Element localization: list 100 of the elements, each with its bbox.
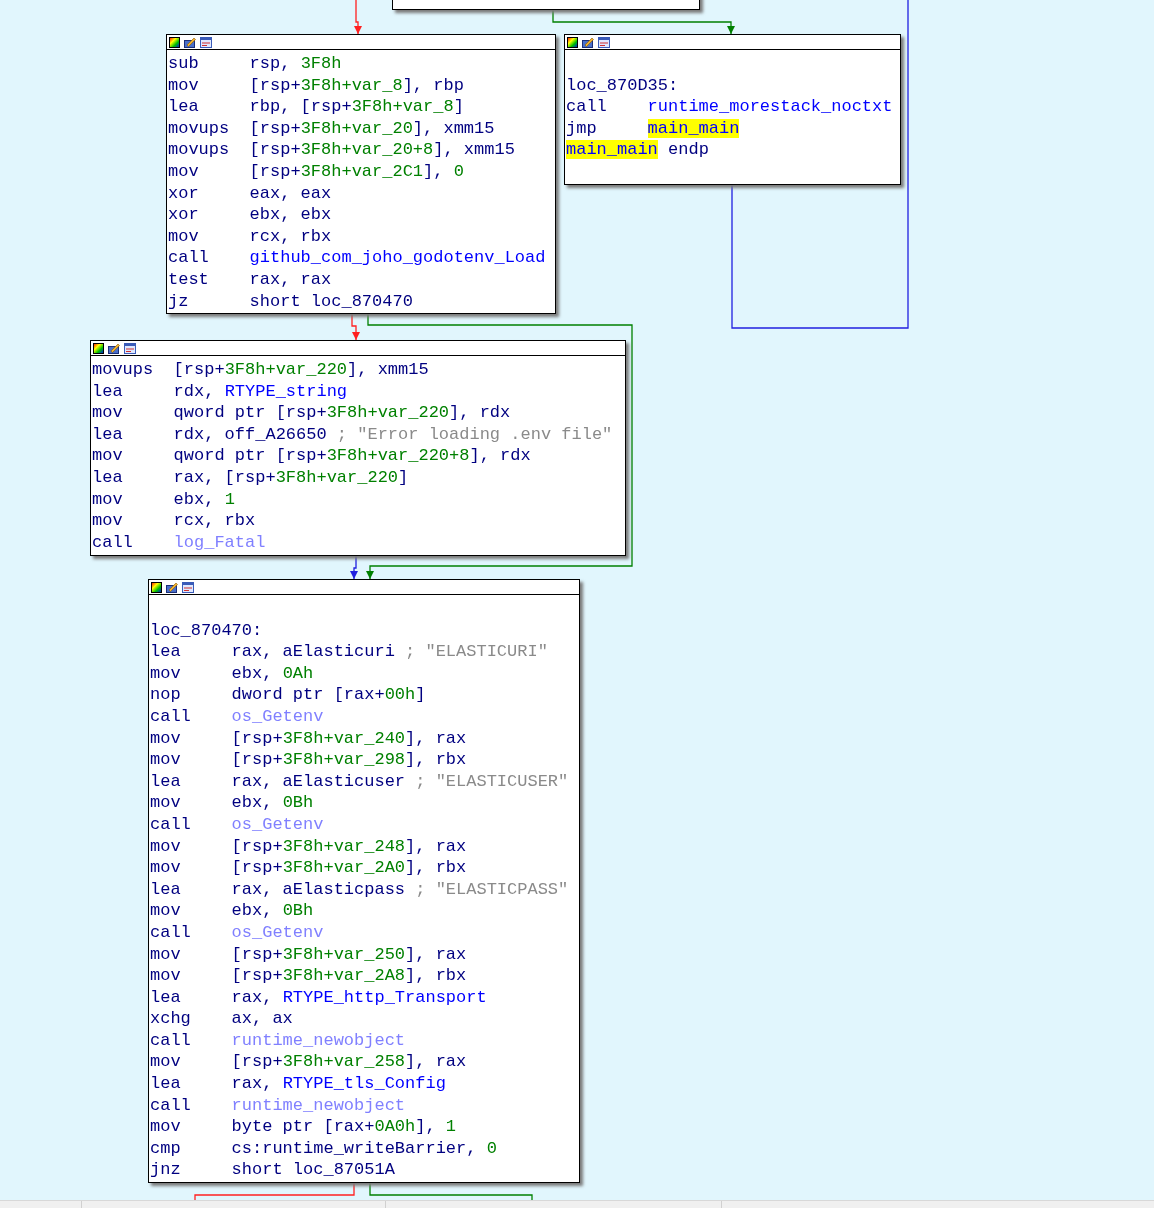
instruction-mnemonic: mov xyxy=(92,445,124,467)
instruction-mnemonic: cmp xyxy=(150,1137,182,1160)
instruction-operands: short loc_87051A xyxy=(231,1159,395,1182)
instruction-mnemonic: mov xyxy=(150,749,182,771)
instruction-operands: ax, ax xyxy=(231,1008,293,1030)
instruction-mnemonic: mov xyxy=(150,900,182,922)
instruction-mnemonic: movups xyxy=(168,117,231,140)
palette-icon[interactable] xyxy=(93,342,104,354)
instruction-mnemonic: mov xyxy=(92,402,124,424)
instruction-mnemonic: jz xyxy=(168,290,190,313)
instruction-operands: qword ptr [rsp+3F8h+var_220], rdx xyxy=(173,402,511,424)
instruction-operands: short loc_870470 xyxy=(249,290,413,313)
instruction-operands: [rsp+3F8h+var_250], rax xyxy=(231,943,467,966)
instruction-mnemonic: mov xyxy=(150,1116,182,1138)
instruction-mnemonic: jmp xyxy=(566,117,598,140)
instruction-mnemonic: call xyxy=(150,1094,192,1117)
instruction-operands: [rsp+3F8h+var_240], rax xyxy=(231,727,467,750)
instruction-operands: rdx, RTYPE_string xyxy=(173,380,348,403)
instruction-mnemonic: jnz xyxy=(150,1159,182,1182)
code-label: loc_870D35: xyxy=(566,74,679,97)
code-label: loc_870470: xyxy=(150,619,263,642)
instruction-operands: [rsp+3F8h+var_20], xmm15 xyxy=(249,117,495,140)
instruction-mnemonic: lea xyxy=(168,96,200,118)
instruction-mnemonic: lea xyxy=(150,641,182,663)
palette-icon[interactable] xyxy=(567,36,578,48)
instruction-operands: main_main xyxy=(647,117,740,140)
instruction-mnemonic: mov xyxy=(92,488,124,511)
instruction-operands: qword ptr [rsp+3F8h+var_220+8], rdx xyxy=(173,445,531,467)
instruction-mnemonic: mov xyxy=(150,857,182,879)
instruction-operands: [rsp+3F8h+var_2A8], rbx xyxy=(231,965,467,987)
instruction-operands: rax, aElasticuri ; "ELASTICURI" xyxy=(231,641,548,663)
graph-icon[interactable] xyxy=(182,581,194,593)
instruction-operands: rax, [rsp+3F8h+var_220] xyxy=(173,466,409,489)
instruction-mnemonic: nop xyxy=(150,684,182,706)
instruction-mnemonic: lea xyxy=(92,380,124,403)
instruction-operands: rbp, [rsp+3F8h+var_8] xyxy=(249,96,464,118)
instruction-mnemonic: lea xyxy=(150,770,182,793)
instruction-mnemonic: call xyxy=(150,921,192,944)
instruction-mnemonic: mov xyxy=(168,160,200,183)
instruction-mnemonic: mov xyxy=(168,225,200,248)
pencil-icon[interactable] xyxy=(582,36,594,48)
instruction-mnemonic: lea xyxy=(92,423,124,446)
instruction-mnemonic: mov xyxy=(168,74,200,97)
pencil-icon[interactable] xyxy=(184,36,196,48)
instruction-mnemonic: lea xyxy=(150,1073,182,1095)
instruction-operands: rax, rax xyxy=(249,268,332,291)
graph-icon[interactable] xyxy=(124,342,136,354)
instruction-operands: [rsp+3F8h+var_8], rbp xyxy=(249,74,464,97)
instruction-mnemonic: call xyxy=(150,1029,192,1052)
instruction-mnemonic: sub xyxy=(168,53,200,75)
instruction-operands: [rsp+3F8h+var_220], xmm15 xyxy=(173,359,429,381)
instruction-operands: [rsp+3F8h+var_2A0], rbx xyxy=(231,857,467,879)
instruction-mnemonic: test xyxy=(168,268,210,291)
instruction-mnemonic: mov xyxy=(150,792,182,814)
instruction-mnemonic: call xyxy=(150,813,192,836)
instruction-operands: rax, aElasticpass ; "ELASTICPASS" xyxy=(231,878,569,901)
instruction-operands: os_Getenv xyxy=(231,813,324,836)
instruction-mnemonic: lea xyxy=(150,878,182,901)
instruction-mnemonic: mov xyxy=(92,510,124,532)
instruction-operands: [rsp+3F8h+var_248], rax xyxy=(231,835,467,858)
instruction-mnemonic: mov xyxy=(150,727,182,750)
instruction-operands: ebx, 1 xyxy=(173,488,235,511)
instruction-operands: runtime_morestack_noctxt xyxy=(647,96,893,118)
instruction-mnemonic: movups xyxy=(92,359,155,381)
instruction-mnemonic: mov xyxy=(150,1051,182,1074)
instruction-operands: rax, aElasticuser ; "ELASTICUSER" xyxy=(231,770,569,793)
instruction-operands: os_Getenv xyxy=(231,705,324,728)
instruction-operands: ebx, ebx xyxy=(249,204,332,226)
pencil-icon[interactable] xyxy=(108,342,120,354)
palette-icon[interactable] xyxy=(151,581,162,593)
instruction-operands: runtime_newobject xyxy=(231,1094,406,1117)
instruction-operands: cs:runtime_writeBarrier, 0 xyxy=(231,1137,497,1160)
instruction-mnemonic: call xyxy=(566,96,608,118)
instruction-operands: rcx, rbx xyxy=(249,225,332,248)
instruction-mnemonic: call xyxy=(168,247,210,269)
instruction-mnemonic: mov xyxy=(150,662,182,685)
instruction-operands: eax, eax xyxy=(249,182,332,205)
instruction-operands: log_Fatal xyxy=(173,531,266,554)
instruction-operands: [rsp+3F8h+var_258], rax xyxy=(231,1051,467,1074)
instruction-operands: github_com_joho_godotenv_Load xyxy=(249,247,546,269)
instruction-mnemonic: call xyxy=(92,531,134,554)
instruction-operands: runtime_newobject xyxy=(231,1029,406,1052)
code-label: main_main endp xyxy=(566,139,709,161)
instruction-operands: [rsp+3F8h+var_2C1], 0 xyxy=(249,160,464,183)
graph-icon[interactable] xyxy=(200,36,212,48)
instruction-mnemonic: lea xyxy=(92,466,124,489)
instruction-mnemonic: movups xyxy=(168,139,231,161)
pencil-icon[interactable] xyxy=(166,581,178,593)
instruction-operands: os_Getenv xyxy=(231,921,324,944)
instruction-operands: rsp, 3F8h xyxy=(249,53,342,75)
instruction-mnemonic: xor xyxy=(168,204,200,226)
instruction-operands: rax, RTYPE_tls_Config xyxy=(231,1073,446,1095)
instruction-operands: dword ptr [rax+00h] xyxy=(231,684,426,706)
instruction-mnemonic: mov xyxy=(150,965,182,987)
palette-icon[interactable] xyxy=(169,36,180,48)
instruction-operands: ebx, 0Bh xyxy=(231,900,314,922)
graph-icon[interactable] xyxy=(598,36,610,48)
instruction-operands: rdx, off_A26650 ; "Error loading .env file" xyxy=(173,423,613,446)
instruction-operands: rax, RTYPE_http_Transport xyxy=(231,986,487,1009)
branch-arrow xyxy=(351,313,360,341)
